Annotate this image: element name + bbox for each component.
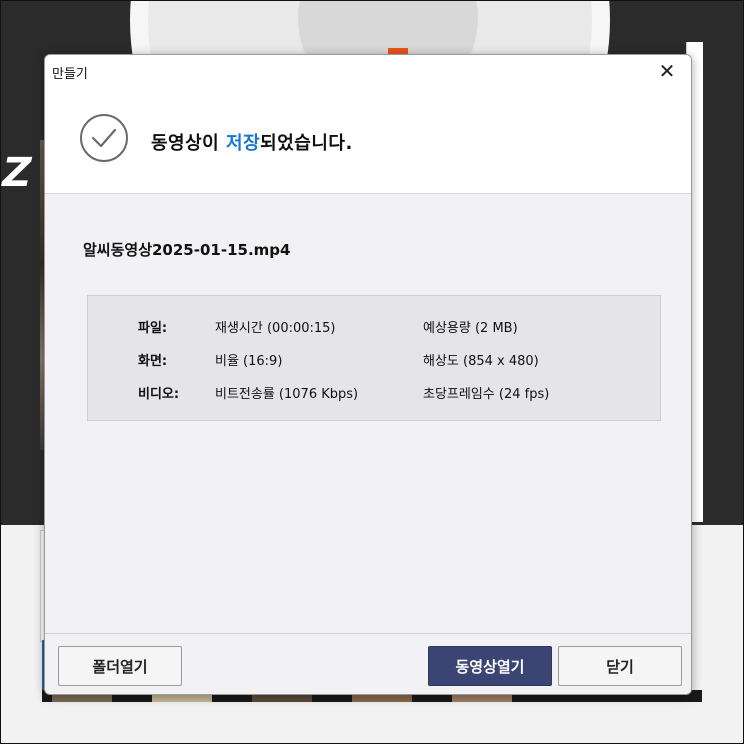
save-complete-dialog: 만들기 ✕ 동영상이 저장되었습니다. 알씨동영상2025-01-15.mp4 …: [44, 54, 692, 695]
open-folder-button[interactable]: 폴더열기: [58, 646, 182, 686]
info-value: 재생시간 (00:00:15): [215, 321, 336, 336]
info-value: 초당프레임수 (24 fps): [423, 387, 550, 402]
video-info-box: 파일: 재생시간 (00:00:15) 예상용량 (2 MB) 화면: 비율 (…: [87, 295, 661, 421]
status-message-highlight: 저장: [226, 133, 261, 154]
close-button[interactable]: 닫기: [558, 646, 682, 686]
info-row-video: 비디오: 비트전송률 (1076 Kbps) 초당프레임수 (24 fps): [88, 383, 660, 403]
info-value: 비트전송률 (1076 Kbps): [215, 387, 359, 402]
status-message-suffix: 되었습니다.: [260, 133, 353, 154]
status-message-prefix: 동영상이: [151, 133, 227, 154]
check-circle-icon: [80, 114, 128, 162]
info-row-file: 파일: 재생시간 (00:00:15) 예상용량 (2 MB): [88, 317, 660, 337]
output-filename: 알씨동영상2025-01-15.mp4: [83, 241, 291, 259]
dialog-title: 만들기: [52, 67, 88, 82]
info-row-screen: 화면: 비율 (16:9) 해상도 (854 x 480): [88, 350, 660, 370]
open-video-button[interactable]: 동영상열기: [428, 646, 552, 686]
info-label: 화면:: [138, 354, 168, 369]
status-message: 동영상이 저장되었습니다.: [151, 129, 353, 155]
dialog-header: 동영상이 저장되었습니다.: [45, 87, 691, 194]
dialog-footer: 폴더열기 동영상열기 닫기: [45, 633, 691, 694]
info-value: 해상도 (854 x 480): [423, 354, 539, 369]
dialog-titlebar: 만들기 ✕: [45, 55, 691, 87]
close-icon[interactable]: ✕: [651, 59, 683, 83]
info-value: 예상용량 (2 MB): [423, 321, 518, 336]
info-label: 파일:: [138, 321, 168, 336]
info-value: 비율 (16:9): [215, 354, 283, 369]
info-label: 비디오:: [138, 387, 180, 402]
